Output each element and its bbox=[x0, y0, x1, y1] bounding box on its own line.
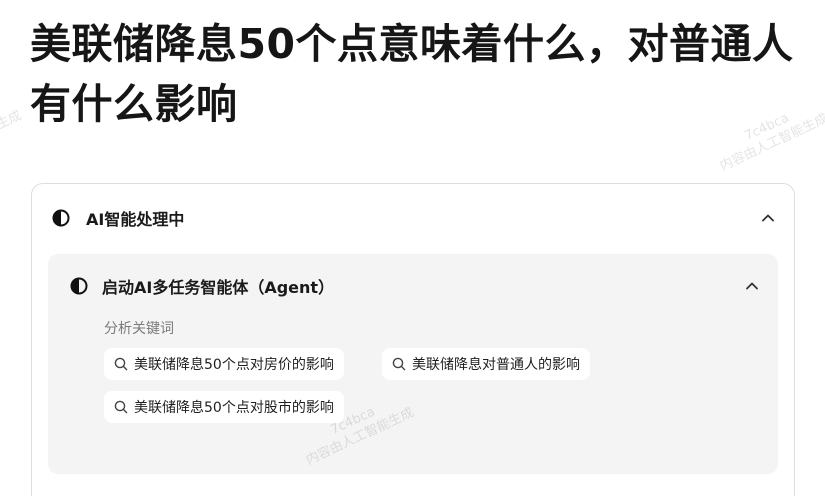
half-circle-icon bbox=[70, 277, 88, 295]
keyword-chip[interactable]: 美联储降息对普通人的影响 bbox=[382, 348, 590, 380]
watermark-left: 生成 bbox=[0, 107, 24, 133]
search-icon bbox=[392, 357, 406, 371]
search-icon bbox=[114, 400, 128, 414]
agent-panel-header[interactable]: 启动AI多任务智能体（Agent） bbox=[70, 272, 762, 300]
agent-panel-label: 启动AI多任务智能体（Agent） bbox=[102, 278, 335, 297]
ai-processing-card: AI智能处理中 启动AI多任务智能体（Agent） 分析关键词 美联储降息50个… bbox=[31, 183, 795, 496]
watermark-left-text: 生成 bbox=[0, 108, 24, 133]
search-icon bbox=[114, 357, 128, 371]
chevron-up-icon[interactable] bbox=[758, 208, 778, 228]
card-header[interactable]: AI智能处理中 bbox=[52, 204, 778, 232]
page-title: 美联储降息50个点意味着什么，对普通人有什么影响 bbox=[30, 20, 794, 128]
keyword-chip-label: 美联储降息对普通人的影响 bbox=[412, 357, 580, 373]
half-circle-icon bbox=[52, 209, 70, 227]
keywords-section-label: 分析关键词 bbox=[104, 321, 174, 337]
card-header-label: AI智能处理中 bbox=[86, 210, 185, 229]
page: 美联储降息50个点意味着什么，对普通人有什么影响 生成 7c4bca 内容由人工… bbox=[0, 0, 825, 496]
keyword-chip[interactable]: 美联储降息50个点对房价的影响 bbox=[104, 348, 344, 380]
keyword-chip-label: 美联储降息50个点对房价的影响 bbox=[134, 357, 334, 373]
keyword-chip[interactable]: 美联储降息50个点对股市的影响 bbox=[104, 391, 344, 423]
agent-panel: 启动AI多任务智能体（Agent） 分析关键词 美联储降息50个点对房价的影响 bbox=[48, 254, 778, 474]
keyword-chip-label: 美联储降息50个点对股市的影响 bbox=[134, 400, 334, 416]
chevron-up-icon[interactable] bbox=[742, 276, 762, 296]
